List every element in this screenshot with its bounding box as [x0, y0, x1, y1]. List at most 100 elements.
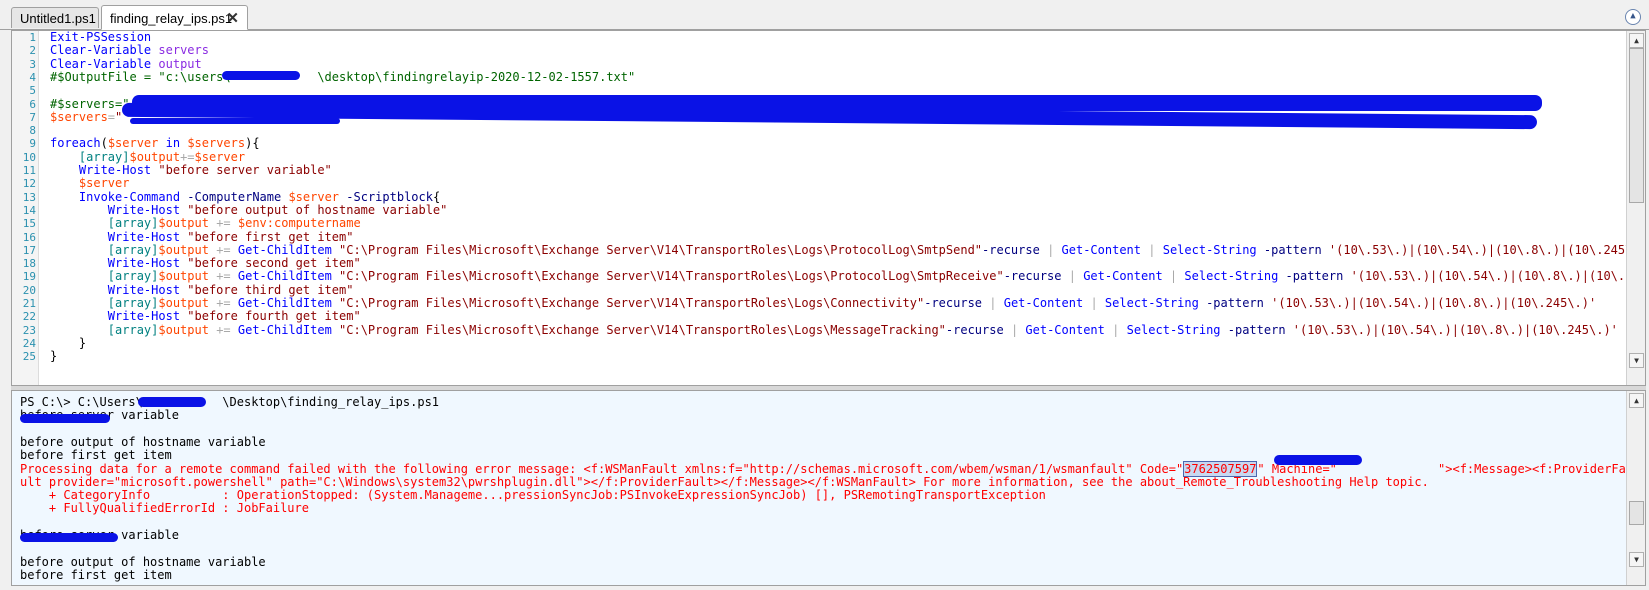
code-token: -Scriptblock [346, 189, 433, 204]
console-pane[interactable]: PS C:\> C:\Users\ \Desktop\finding_relay… [11, 390, 1646, 586]
console-line: PS C:\> C:\Users\ \Desktop\finding_relay… [20, 395, 440, 409]
close-icon[interactable]: ✕ [226, 6, 239, 31]
code-token: $server [78, 176, 130, 191]
code-line: #$OutputFile = "c:\users\ \desktop\findi… [50, 70, 635, 84]
line-number: 3 [29, 57, 36, 71]
script-editor[interactable]: 1 2 3 4 5 6 7 8 9 10 11 12 13 14 15 16 17 18 19 20 21 22 23 24 2… [11, 30, 1646, 386]
code-token: += [180, 149, 195, 164]
redaction [20, 533, 118, 542]
line-number: 15 [22, 217, 36, 231]
scroll-up-icon[interactable]: ▲ [1629, 393, 1644, 408]
code-token: Clear-Variable [50, 56, 152, 71]
code-token: -recurse [945, 322, 1004, 337]
code-line: foreach($server in $servers){ [50, 136, 260, 150]
scroll-thumb[interactable] [1629, 48, 1644, 203]
code-line: } [50, 336, 86, 350]
editor-scrollbar[interactable]: ▲ ▼ [1626, 31, 1645, 385]
code-token: -recurse [1003, 269, 1062, 284]
code-token: Get-Content [1061, 242, 1142, 257]
line-number: 22 [22, 310, 36, 324]
code-token: Write-Host [107, 309, 181, 324]
code-token: [array] [107, 242, 159, 257]
console-line: ult provider="microsoft.powershell" path… [20, 474, 1429, 489]
code-line: Exit-PSSession [50, 31, 151, 44]
code-token: [array] [107, 322, 159, 337]
tab-bar: Untitled1.ps1 finding_relay_ips.ps1 ✕ ▲ [0, 0, 1649, 30]
code-token: $output [158, 322, 209, 337]
code-line: Write-Host "before first get item" [50, 230, 354, 244]
line-number: 21 [22, 297, 36, 310]
line-number: 4 [29, 70, 36, 84]
line-number-gutter: 1 2 3 4 5 6 7 8 9 10 11 12 13 14 15 16 17 18 19 20 21 22 23 24 2… [12, 31, 39, 385]
console-output: PS C:\> C:\Users\ \Desktop\finding_relay… [20, 395, 1626, 585]
code-token: '(10\.53\.)|(10\.54\.)|(10\.8\.)|(10\.24… [1350, 269, 1646, 284]
line-number: 19 [22, 270, 36, 284]
code-token: Get-ChildItem [237, 322, 332, 337]
code-token: -pattern [1206, 296, 1264, 310]
tab-finding-relay-ips[interactable]: finding_relay_ips.ps1 ✕ [101, 5, 248, 30]
code-token: $output [158, 216, 209, 231]
code-token: " [115, 109, 123, 124]
code-token: } [50, 349, 58, 364]
code-token: Invoke-Command [78, 189, 181, 204]
line-number: 20 [22, 283, 36, 297]
chevron-up-icon[interactable]: ▲ [1625, 9, 1641, 25]
code-token: $servers [50, 109, 108, 124]
code-token: -pattern [1263, 242, 1322, 257]
code-token: $env:computername [237, 216, 361, 231]
code-token: $output [158, 269, 209, 284]
redaction [138, 397, 206, 407]
code-line: #$servers=" [50, 97, 129, 111]
scroll-up-icon[interactable]: ▲ [1629, 33, 1644, 48]
console-line: before output of hostname variable [20, 434, 266, 449]
code-token: $output [129, 149, 181, 164]
line-number: 7 [29, 110, 36, 124]
code-token: += [216, 242, 231, 257]
console-scrollbar[interactable]: ▲ ▼ [1626, 391, 1645, 585]
code-token: } [78, 335, 87, 350]
console-line: Processing data for a remote command fai… [20, 460, 1626, 477]
code-token: "C:\Program Files\Microsoft\Exchange Ser… [339, 242, 983, 257]
scroll-down-icon[interactable]: ▼ [1629, 552, 1644, 567]
code-token: Get-ChildItem [237, 269, 332, 284]
code-token: Select-String [1162, 242, 1257, 257]
line-number: 14 [22, 203, 36, 217]
scroll-down-icon[interactable]: ▼ [1629, 353, 1644, 368]
code-token: Write-Host [78, 163, 152, 177]
code-area[interactable]: Exit-PSSession Clear-Variable servers Clea… [50, 31, 1645, 385]
code-token: output [158, 56, 202, 71]
console-line: before first get item [20, 567, 172, 582]
code-token: "before server variable" [158, 163, 332, 177]
scroll-thumb[interactable] [1629, 501, 1644, 525]
line-number: 23 [22, 323, 36, 337]
code-token: [array] [107, 269, 159, 284]
code-line: $servers=" [50, 110, 122, 124]
code-line: [array]$output += Get-ChildItem "C:\Prog… [50, 323, 1618, 337]
code-token: [array] [107, 296, 159, 310]
code-line: Write-Host "before output of hostname va… [50, 203, 448, 217]
code-line: Clear-Variable servers [50, 43, 209, 57]
tab-untitled1[interactable]: Untitled1.ps1 [11, 7, 99, 28]
code-token: Get-Content [1003, 296, 1084, 310]
